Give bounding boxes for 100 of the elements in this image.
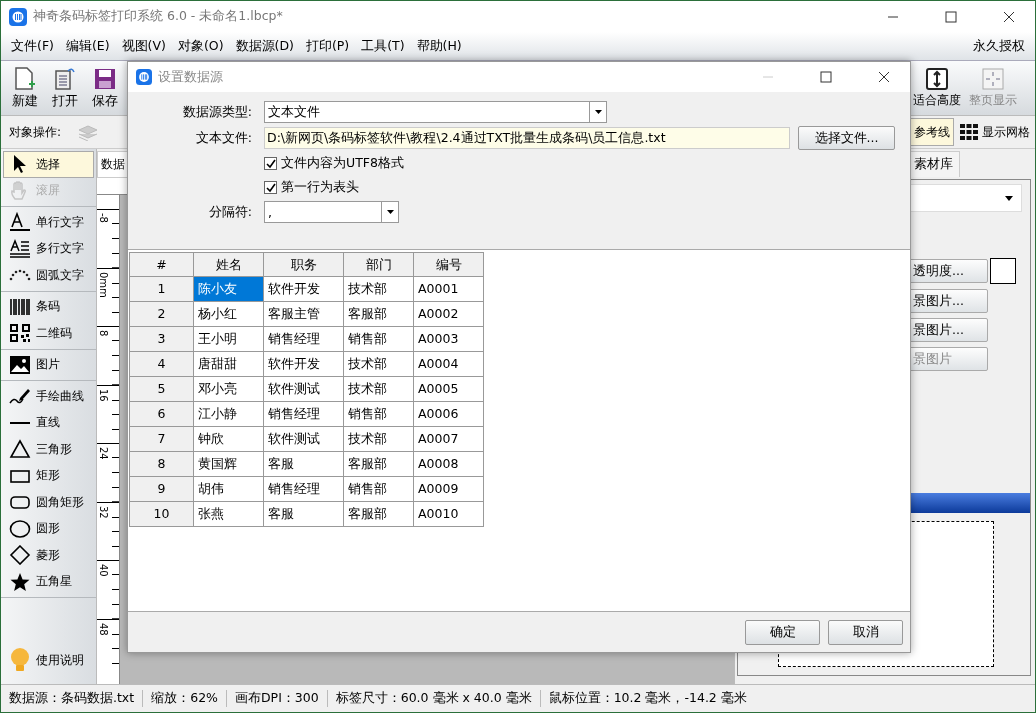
menu-item[interactable]: 打印(P)	[299, 37, 356, 55]
toolbar-button[interactable]: 新建	[5, 66, 45, 110]
tool-item[interactable]: 二维码	[3, 320, 94, 347]
cancel-button[interactable]: 取消	[828, 619, 903, 645]
table-cell: A0009	[414, 477, 484, 502]
tool-item[interactable]: 五角星	[3, 568, 94, 595]
table-cell: 客服	[264, 502, 344, 527]
grid-icon	[960, 124, 978, 140]
separator-select[interactable]: ,	[264, 201, 399, 223]
row-header[interactable]: 5	[129, 377, 194, 402]
canvas-tab[interactable]: 数据	[97, 151, 129, 177]
maximize-icon[interactable]	[820, 71, 832, 83]
table-cell: A0002	[414, 302, 484, 327]
tool-item[interactable]: 直线	[3, 409, 94, 436]
table-cell: 江小静	[194, 402, 264, 427]
type-select[interactable]: 文本文件	[264, 101, 607, 123]
ruler-label: 40	[98, 564, 109, 577]
table-cell: 技术部	[344, 427, 414, 452]
column-header[interactable]: 职务	[264, 252, 344, 277]
tool-item[interactable]: 条码	[3, 293, 94, 320]
ruler-label: 16	[98, 388, 109, 402]
tool-item[interactable]: 单行文字	[3, 209, 94, 236]
row-header[interactable]: 6	[129, 402, 194, 427]
checkbox-label: 第一行为表头	[281, 179, 359, 196]
menu-item[interactable]: 编辑(E)	[59, 37, 116, 55]
license-label[interactable]: 永久授权	[967, 37, 1031, 55]
table-cell: 客服主管	[264, 302, 344, 327]
dialog-title: 设置数据源	[158, 68, 223, 86]
panel-button[interactable]: 景图片...	[908, 318, 988, 342]
fit-page-icon	[982, 67, 1004, 90]
maximize-icon[interactable]	[945, 10, 957, 23]
column-header[interactable]: 编号	[414, 252, 484, 277]
menu-item[interactable]: 工具(T)	[355, 37, 411, 55]
caret-icon	[594, 110, 602, 114]
table-cell: 客服部	[344, 302, 414, 327]
table-cell: 销售部	[344, 402, 414, 427]
ok-button[interactable]: 确定	[745, 619, 820, 645]
table-cell: 黄国辉	[194, 452, 264, 477]
app-logo-icon	[136, 69, 152, 85]
app-logo-icon	[9, 7, 27, 26]
tool-item[interactable]: 圆角矩形	[3, 489, 94, 516]
tool-item[interactable]: 选择	[3, 151, 94, 178]
close-icon[interactable]	[1003, 10, 1015, 23]
checkbox[interactable]	[264, 181, 277, 194]
toolbar-button[interactable]: 适合高度	[909, 67, 965, 109]
close-icon[interactable]	[878, 71, 890, 83]
toolbar-button[interactable]: 打开	[45, 66, 85, 110]
paragraph-icon	[9, 238, 31, 259]
row-header[interactable]: 8	[129, 452, 194, 477]
table-cell: 胡伟	[194, 477, 264, 502]
row-header[interactable]: 9	[129, 477, 194, 502]
table-cell: 唐甜甜	[194, 352, 264, 377]
row-header[interactable]: 4	[129, 352, 194, 377]
row-header[interactable]: 1	[129, 277, 194, 302]
table-cell: 销售经理	[264, 477, 344, 502]
row-header[interactable]: 3	[129, 327, 194, 352]
panel-button[interactable]: 景图片...	[908, 289, 988, 313]
document-icon	[54, 66, 76, 91]
table-cell: 客服部	[344, 452, 414, 477]
help-item[interactable]: 使用说明	[3, 642, 94, 678]
panel-button[interactable]: 透明度...	[908, 259, 988, 283]
tool-item[interactable]: 图片	[3, 351, 94, 378]
checkbox[interactable]	[264, 157, 277, 170]
menu-item[interactable]: 视图(V)	[115, 37, 172, 55]
tool-item[interactable]: 三角形	[3, 436, 94, 463]
row-header[interactable]: 10	[129, 502, 194, 527]
menu-item[interactable]: 对象(O)	[171, 37, 230, 55]
table-cell: 客服	[264, 452, 344, 477]
diamond-icon	[9, 545, 31, 566]
table-cell: A0008	[414, 452, 484, 477]
qr-code-icon	[9, 323, 31, 344]
file-path-field[interactable]: D:\新网页\条码标签软件\教程\2.4通过TXT批量生成条码\员工信息.txt	[264, 127, 790, 149]
tool-item[interactable]: 多行文字	[3, 235, 94, 262]
menu-item[interactable]: 文件(F)	[5, 37, 60, 55]
color-swatch[interactable]	[990, 258, 1016, 284]
row-header[interactable]: 2	[129, 302, 194, 327]
status-item: 鼠标位置：10.2 毫米，-14.2 毫米	[547, 690, 748, 707]
view-toggle[interactable]: 显示网格	[956, 118, 1034, 146]
tool-item[interactable]: 手绘曲线	[3, 383, 94, 410]
ruler-label: 8	[98, 330, 109, 337]
choose-file-button[interactable]: 选择文件...	[798, 126, 895, 150]
ellipse-icon	[9, 518, 31, 539]
tool-item[interactable]: 矩形	[3, 462, 94, 489]
toolbar-button[interactable]: 保存	[85, 66, 125, 110]
row-header[interactable]: 7	[129, 427, 194, 452]
menu-item[interactable]: 帮助(H)	[410, 37, 468, 55]
table-cell: 技术部	[344, 377, 414, 402]
table-cell: 销售部	[344, 477, 414, 502]
tool-item[interactable]: 圆弧文字	[3, 262, 94, 289]
column-header[interactable]: 姓名	[194, 252, 264, 277]
ruler-label: 48	[98, 622, 109, 636]
tool-item[interactable]: 圆形	[3, 515, 94, 542]
image-icon	[9, 354, 31, 375]
tool-item[interactable]: 菱形	[3, 542, 94, 569]
menu-item[interactable]: 数据源(D)	[229, 37, 300, 55]
table-cell: 软件测试	[264, 377, 344, 402]
status-item: 缩放：62%	[143, 690, 227, 707]
column-header[interactable]: 部门	[344, 252, 414, 277]
checkbox-label: 文件内容为UTF8格式	[281, 155, 404, 172]
field-label: 分隔符:	[207, 203, 252, 221]
